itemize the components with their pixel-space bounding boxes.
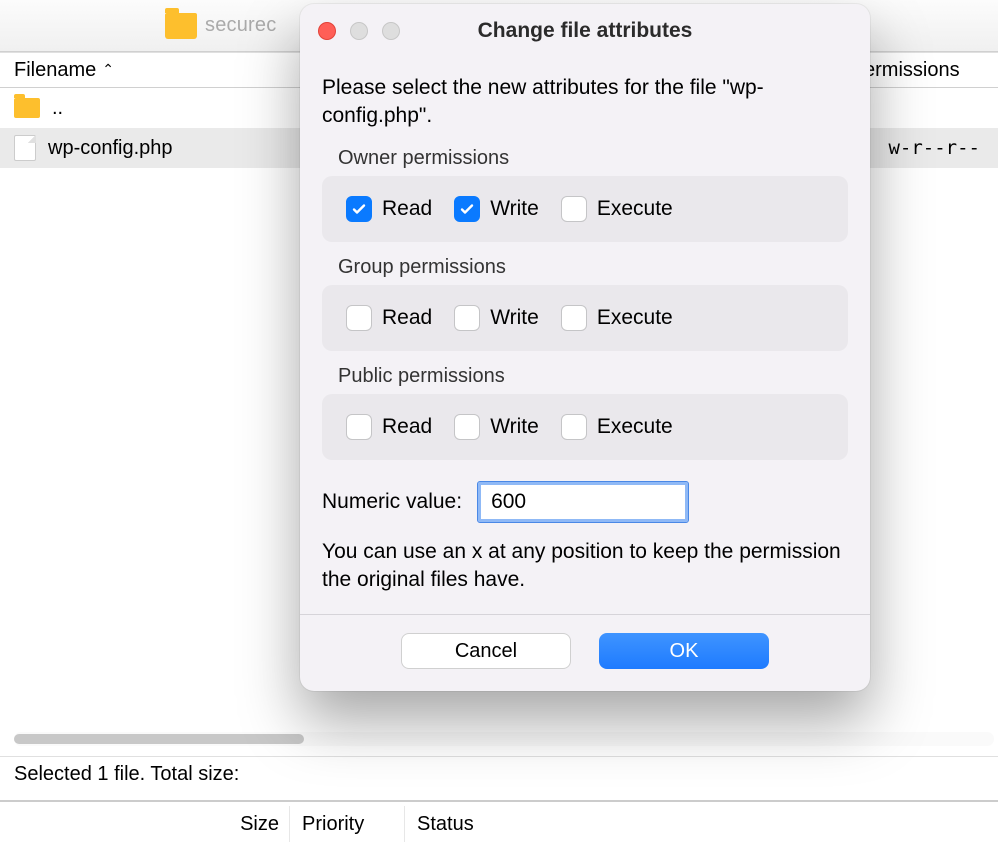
checkbox-icon — [346, 196, 372, 222]
file-icon — [14, 135, 36, 161]
public-permissions-group: Read Write Execute — [322, 394, 848, 460]
horizontal-scrollbar[interactable] — [14, 732, 994, 746]
status-label: Status — [417, 813, 474, 836]
write-label: Write — [490, 415, 539, 439]
checkbox-icon — [561, 305, 587, 331]
window-controls — [318, 22, 400, 40]
checkbox-icon — [346, 305, 372, 331]
dialog-intro-text: Please select the new attributes for the… — [322, 74, 848, 131]
hint-text: You can use an x at any position to keep… — [322, 538, 848, 595]
ok-button[interactable]: OK — [599, 633, 769, 669]
public-execute-checkbox[interactable]: Execute — [561, 414, 673, 440]
column-header-filename[interactable]: Filename ⌃ — [14, 59, 294, 82]
change-attributes-dialog: Change file attributes Please select the… — [300, 4, 870, 691]
queue-col-status[interactable]: Status — [405, 806, 998, 842]
read-label: Read — [382, 197, 432, 221]
group-execute-checkbox[interactable]: Execute — [561, 305, 673, 331]
size-label: Size — [240, 813, 279, 836]
execute-label: Execute — [597, 197, 673, 221]
read-label: Read — [382, 415, 432, 439]
folder-icon — [165, 13, 197, 39]
group-write-checkbox[interactable]: Write — [454, 305, 539, 331]
queue-col-priority[interactable]: Priority — [290, 806, 405, 842]
pane-divider[interactable] — [0, 800, 998, 802]
public-read-checkbox[interactable]: Read — [346, 414, 432, 440]
public-write-checkbox[interactable]: Write — [454, 414, 539, 440]
owner-write-checkbox[interactable]: Write — [454, 196, 539, 222]
status-bar: Selected 1 file. Total size: — [0, 756, 998, 792]
minimize-icon — [350, 22, 368, 40]
status-text: Selected 1 file. Total size: — [14, 763, 239, 786]
read-label: Read — [382, 306, 432, 330]
execute-label: Execute — [597, 306, 673, 330]
sort-ascending-icon: ⌃ — [102, 61, 114, 78]
close-icon[interactable] — [318, 22, 336, 40]
queue-col-size[interactable]: Size — [0, 806, 290, 842]
public-permissions-label: Public permissions — [338, 365, 848, 388]
scrollbar-thumb[interactable] — [14, 734, 304, 744]
owner-read-checkbox[interactable]: Read — [346, 196, 432, 222]
dialog-buttons: Cancel OK — [322, 615, 848, 671]
owner-permissions-group: Read Write Execute — [322, 176, 848, 242]
checkbox-icon — [454, 414, 480, 440]
checkbox-icon — [454, 305, 480, 331]
parent-directory-label: .. — [52, 97, 312, 120]
priority-label: Priority — [302, 813, 364, 836]
owner-permissions-label: Owner permissions — [338, 147, 848, 170]
filename-header-label: Filename — [14, 59, 96, 82]
zoom-icon — [382, 22, 400, 40]
checkbox-icon — [561, 196, 587, 222]
column-header-permissions[interactable]: ermissions — [864, 59, 984, 82]
owner-execute-checkbox[interactable]: Execute — [561, 196, 673, 222]
path-text: securec — [205, 14, 276, 37]
group-permissions-label: Group permissions — [338, 256, 848, 279]
write-label: Write — [490, 306, 539, 330]
file-name-label: wp-config.php — [48, 137, 308, 160]
write-label: Write — [490, 197, 539, 221]
checkbox-icon — [561, 414, 587, 440]
checkbox-icon — [346, 414, 372, 440]
numeric-value-label: Numeric value: — [322, 490, 462, 514]
cancel-button[interactable]: Cancel — [401, 633, 571, 669]
numeric-value-input[interactable] — [478, 482, 688, 522]
group-permissions-group: Read Write Execute — [322, 285, 848, 351]
execute-label: Execute — [597, 415, 673, 439]
transfer-queue-headers: Size Priority Status — [0, 806, 998, 842]
checkbox-icon — [454, 196, 480, 222]
permissions-header-label: ermissions — [864, 59, 960, 82]
folder-icon — [14, 98, 40, 118]
dialog-titlebar[interactable]: Change file attributes — [300, 4, 870, 58]
group-read-checkbox[interactable]: Read — [346, 305, 432, 331]
file-permissions-label: w-r--r-- — [888, 137, 984, 159]
